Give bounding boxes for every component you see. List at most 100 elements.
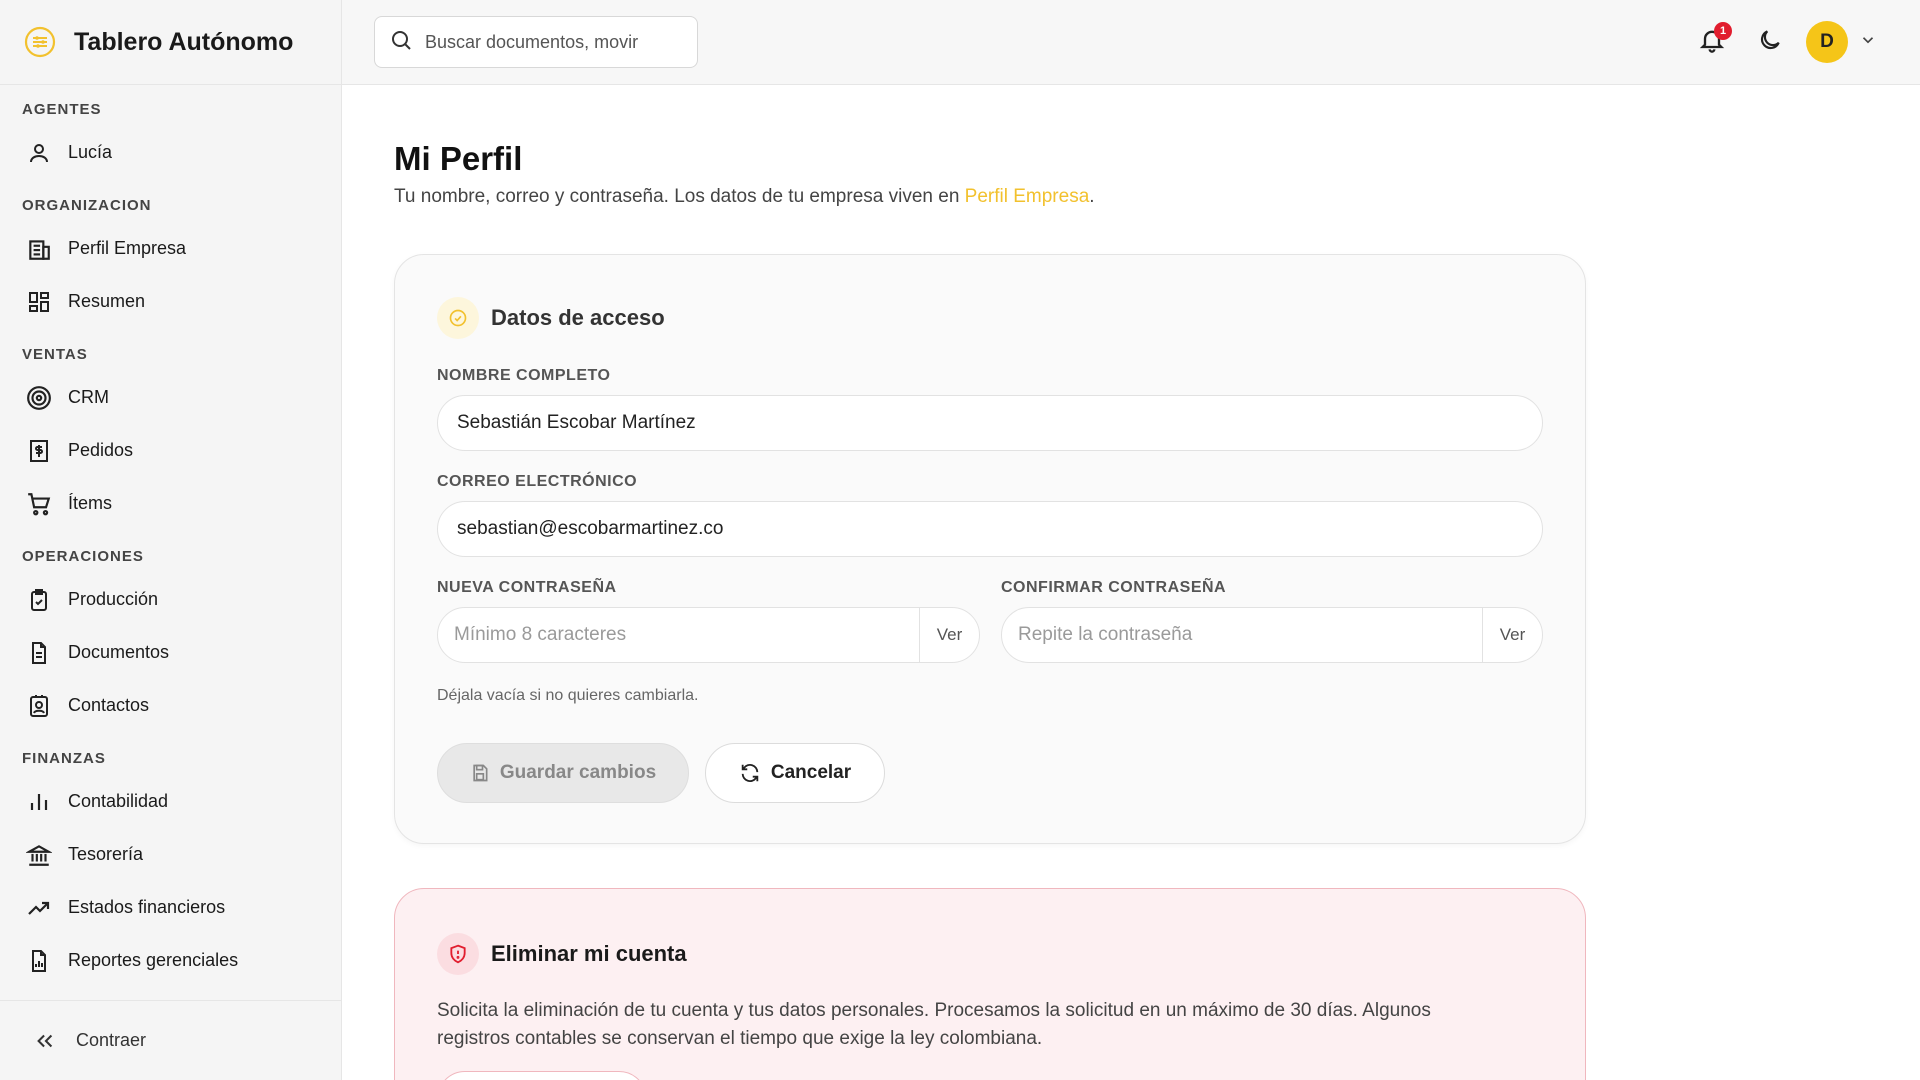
clipboard-icon xyxy=(24,585,54,615)
confirm-password-field[interactable]: Ver xyxy=(1001,607,1543,663)
save-label: Guardar cambios xyxy=(499,762,657,783)
section-title-agentes: AGENTES xyxy=(22,101,102,118)
sidebar-item-label: Pedidos xyxy=(68,440,134,460)
notification-badge: 1 xyxy=(1714,22,1732,40)
sidebar-item-contabilidad[interactable]: Contabilidad xyxy=(0,775,341,828)
email-label: CORREO ELECTRÓNICO xyxy=(437,473,638,490)
search-input[interactable] xyxy=(425,31,675,53)
sidebar-item-items[interactable]: Ítems xyxy=(0,477,341,530)
logo-icon xyxy=(22,24,58,60)
email-field[interactable] xyxy=(437,501,1543,557)
confirm-password-input[interactable] xyxy=(1018,624,1482,646)
report-icon xyxy=(24,946,54,976)
section-title-organizacion: ORGANIZACION xyxy=(22,197,152,214)
name-label: NOMBRE COMPLETO xyxy=(437,367,611,384)
sidebar-item-estados-financieros[interactable]: Estados financieros xyxy=(0,881,341,934)
sidebar: Tablero Autónomo AGENTES Lucía ORGANIZAC… xyxy=(0,0,342,1080)
delete-card-text: Solicita la eliminación de tu cuenta y t… xyxy=(437,1000,1431,1049)
page-title: Mi Perfil xyxy=(394,140,523,177)
section-title-finanzas: FINANZAS xyxy=(22,750,106,767)
search-box[interactable] xyxy=(374,16,698,68)
sidebar-item-perfil-empresa[interactable]: Perfil Empresa xyxy=(0,222,341,275)
show-confirm-password-button[interactable]: Ver xyxy=(1482,608,1542,662)
top-actions: 1 D xyxy=(1690,20,1880,64)
page-subtitle: Tu nombre, correo y contraseña. Los dato… xyxy=(394,186,1095,208)
section-title-operaciones: OPERACIONES xyxy=(22,548,144,565)
moon-icon xyxy=(1757,27,1783,58)
building-icon xyxy=(24,234,54,264)
contact-icon xyxy=(24,691,54,721)
theme-toggle-button[interactable] xyxy=(1748,20,1792,64)
password-hint: Déjala vacía si no quieres cambiarla. xyxy=(437,687,699,704)
request-deletion-button[interactable] xyxy=(437,1071,647,1080)
sidebar-item-pedidos[interactable]: Pedidos xyxy=(0,424,341,477)
name-input[interactable] xyxy=(457,412,1542,434)
receipt-icon xyxy=(24,436,54,466)
new-password-field[interactable]: Ver xyxy=(437,607,980,663)
shield-alert-icon xyxy=(437,933,479,975)
bank-icon xyxy=(24,840,54,870)
sidebar-item-label: Tesorería xyxy=(68,844,144,864)
sidebar-item-label: Perfil Empresa xyxy=(68,238,187,258)
brand[interactable]: Tablero Autónomo xyxy=(0,0,341,85)
save-icon xyxy=(470,763,490,783)
sidebar-item-contactos[interactable]: Contactos xyxy=(0,679,341,732)
cart-icon xyxy=(24,489,54,519)
new-password-input[interactable] xyxy=(454,624,919,646)
bar-chart-icon xyxy=(24,787,54,817)
topbar: 1 D xyxy=(342,0,1920,85)
refresh-icon xyxy=(739,762,761,784)
account-menu-toggle[interactable] xyxy=(1856,30,1880,54)
section-title-ventas: VENTAS xyxy=(22,346,88,363)
sidebar-item-crm[interactable]: CRM xyxy=(0,371,341,424)
main-content: Mi Perfil Tu nombre, correo y contraseña… xyxy=(342,86,1920,1080)
sidebar-item-label: Documentos xyxy=(68,642,170,662)
target-icon xyxy=(24,383,54,413)
collapse-label: Contraer xyxy=(76,1030,147,1050)
page-subtitle-text: Tu nombre, correo y contraseña. Los dato… xyxy=(394,186,965,207)
delete-card-header: Eliminar mi cuenta xyxy=(437,933,687,975)
trending-up-icon xyxy=(24,893,54,923)
page-subtitle-end: . xyxy=(1089,186,1095,207)
card-header: Datos de acceso xyxy=(437,297,665,339)
email-input[interactable] xyxy=(457,518,1542,540)
sidebar-item-label: Contabilidad xyxy=(68,791,169,811)
sidebar-item-label: Ítems xyxy=(68,493,113,513)
sidebar-item-produccion[interactable]: Producción xyxy=(0,573,341,626)
search-icon xyxy=(389,28,413,57)
save-button[interactable]: Guardar cambios xyxy=(437,743,689,803)
perfil-empresa-link[interactable]: Perfil Empresa xyxy=(965,186,1090,207)
card-title: Datos de acceso xyxy=(491,305,665,330)
sidebar-item-reportes-gerenciales[interactable]: Reportes gerenciales xyxy=(0,934,341,987)
collapse-sidebar-button[interactable]: Contraer xyxy=(0,1000,342,1080)
confirm-password-label: CONFIRMAR CONTRASEÑA xyxy=(1001,579,1227,596)
sidebar-item-label: CRM xyxy=(68,387,109,407)
check-circle-icon xyxy=(437,297,479,339)
sidebar-item-label: Reportes gerenciales xyxy=(68,950,239,970)
dashboard-icon xyxy=(24,287,54,317)
app-title: Tablero Autónomo xyxy=(74,27,294,56)
access-data-card: Datos de acceso NOMBRE COMPLETO CORREO E… xyxy=(394,254,1586,844)
show-new-password-button[interactable]: Ver xyxy=(919,608,979,662)
sidebar-item-label: Contactos xyxy=(68,695,150,715)
sidebar-item-label: Resumen xyxy=(68,291,146,311)
delete-card-title: Eliminar mi cuenta xyxy=(491,941,687,966)
cancel-label: Cancelar xyxy=(770,762,852,783)
chevron-down-icon xyxy=(1859,31,1877,54)
sidebar-item-resumen[interactable]: Resumen xyxy=(0,275,341,328)
user-icon xyxy=(24,138,54,168)
avatar[interactable]: D xyxy=(1806,21,1848,63)
delete-account-card: Eliminar mi cuenta Solicita la eliminaci… xyxy=(394,888,1586,1080)
sidebar-item-documentos[interactable]: Documentos xyxy=(0,626,341,679)
sidebar-item-tesoreria[interactable]: Tesorería xyxy=(0,828,341,881)
sidebar-item-label: Estados financieros xyxy=(68,897,226,917)
notifications-button[interactable]: 1 xyxy=(1690,20,1734,64)
new-password-label: NUEVA CONTRASEÑA xyxy=(437,579,617,596)
cancel-button[interactable]: Cancelar xyxy=(705,743,885,803)
sidebar-item-label: Lucía xyxy=(68,142,113,162)
sidebar-item-lucia[interactable]: Lucía xyxy=(0,126,341,179)
name-field[interactable] xyxy=(437,395,1543,451)
double-chevron-left-icon xyxy=(30,1026,60,1056)
sidebar-item-label: Producción xyxy=(68,589,159,609)
sidebar-nav: AGENTES Lucía ORGANIZACION Perfil Empres… xyxy=(0,85,341,987)
